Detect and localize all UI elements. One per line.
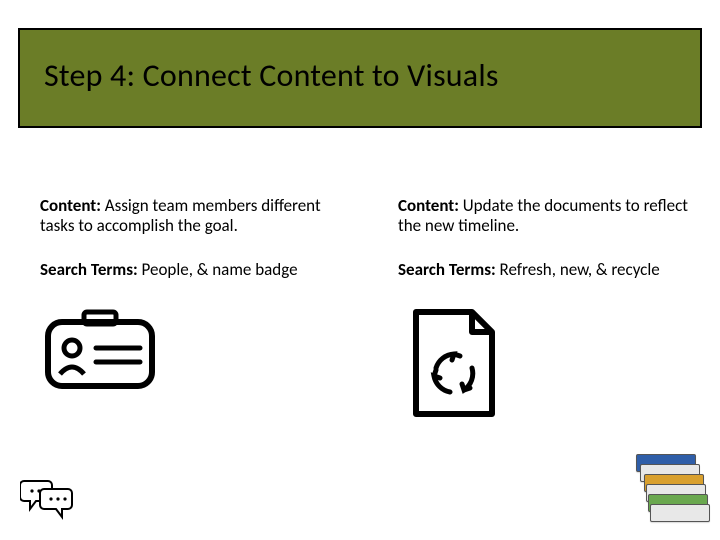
chat-bubbles-icon: [20, 477, 76, 526]
right-content-para: Content: Update the documents to reflect…: [398, 196, 698, 236]
left-search-para: Search Terms: People, & name badge: [40, 260, 340, 280]
document-recycle-icon: [398, 304, 698, 429]
left-search-label: Search Terms:: [40, 259, 138, 280]
right-search-para: Search Terms: Refresh, new, & recycle: [398, 260, 698, 280]
left-content-para: Content: Assign team members different t…: [40, 196, 340, 236]
right-content-label: Content:: [398, 195, 459, 216]
right-column: Content: Update the documents to reflect…: [398, 196, 698, 429]
slide-title: Step 4: Connect Content to Visuals: [44, 56, 499, 95]
left-content-label: Content:: [40, 195, 101, 216]
stacked-cards-decoration: [636, 454, 710, 526]
left-search-text: People, & name badge: [138, 259, 298, 280]
right-search-text: Refresh, new, & recycle: [496, 259, 660, 280]
right-search-label: Search Terms:: [398, 259, 496, 280]
left-column: Content: Assign team members different t…: [40, 196, 340, 399]
name-badge-icon: [40, 304, 340, 399]
